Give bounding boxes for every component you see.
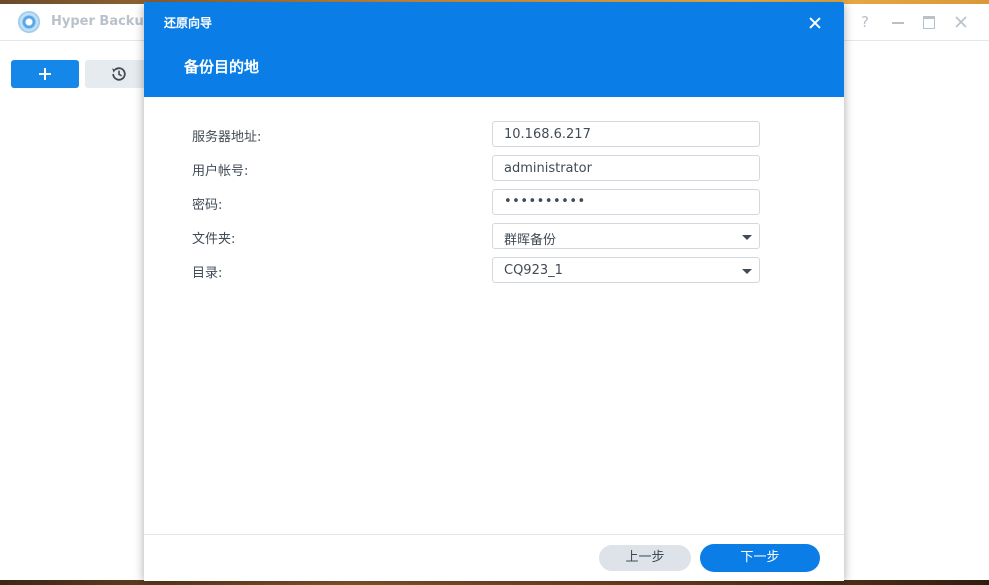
directory-value: CQ923_1 — [504, 263, 563, 278]
password-label: 密码: — [192, 198, 223, 213]
maximize-button[interactable] — [919, 12, 939, 32]
dialog-close-button[interactable] — [804, 12, 826, 34]
step-heading: 备份目的地 — [184, 58, 260, 76]
folder-label: 文件夹: — [192, 232, 236, 247]
dialog-header: 还原向导 备份目的地 — [144, 2, 844, 97]
restore-history-button[interactable] — [85, 60, 153, 88]
minimize-button[interactable] — [888, 12, 908, 32]
next-step-button[interactable]: 下一步 — [700, 544, 820, 572]
username-input[interactable]: administrator — [492, 155, 760, 181]
password-input[interactable]: •••••••••• — [492, 189, 760, 215]
username-label: 用户帐号: — [192, 164, 249, 179]
app-title: Hyper Backup — [51, 14, 154, 29]
folder-select[interactable]: 群晖备份 — [492, 223, 760, 249]
plus-icon-vertical — [44, 68, 46, 80]
chevron-down-icon — [742, 269, 752, 274]
username-value: administrator — [504, 161, 592, 176]
help-button[interactable]: ? — [855, 12, 875, 32]
server-address-value: 10.168.6.217 — [504, 127, 591, 142]
minimize-icon — [892, 22, 904, 24]
server-address-input[interactable]: 10.168.6.217 — [492, 121, 760, 147]
window-close-button[interactable] — [951, 12, 971, 32]
chevron-down-icon — [742, 235, 752, 240]
hyper-backup-logo-icon — [18, 11, 40, 33]
dialog-title: 还原向导 — [164, 16, 213, 30]
password-value: •••••••••• — [504, 194, 586, 209]
folder-value: 群晖备份 — [504, 233, 557, 248]
previous-step-button[interactable]: 上一步 — [599, 545, 691, 571]
add-backup-button[interactable] — [11, 60, 79, 88]
directory-label: 目录: — [192, 266, 223, 281]
restore-wizard-dialog: 还原向导 备份目的地 服务器地址: 10.168.6.217 用户帐号: adm… — [144, 2, 844, 581]
maximize-icon — [923, 16, 935, 29]
dialog-footer: 上一步 下一步 — [144, 534, 844, 581]
server-address-label: 服务器地址: — [192, 130, 262, 145]
directory-select[interactable]: CQ923_1 — [492, 257, 760, 283]
history-icon — [112, 67, 126, 81]
close-icon — [955, 16, 967, 28]
